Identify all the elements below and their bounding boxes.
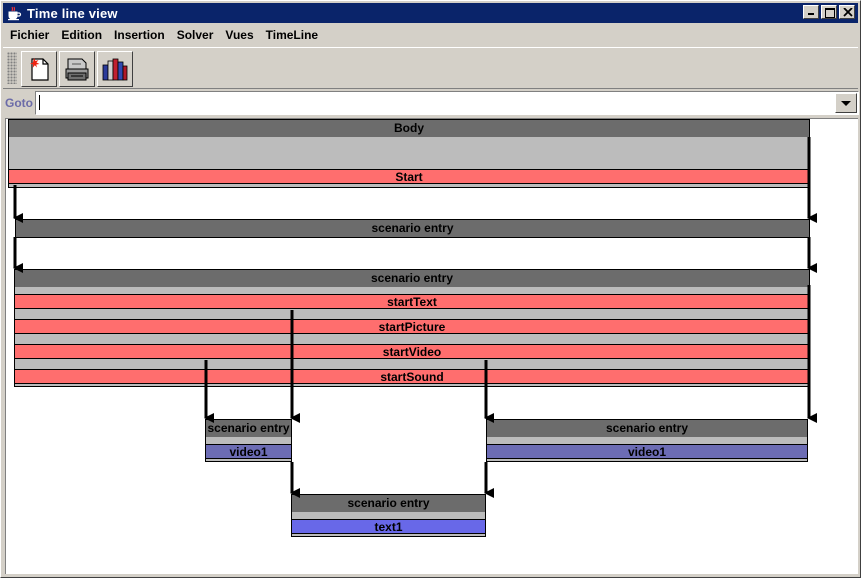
title-bar[interactable]: Time line view <box>3 3 858 23</box>
timeline-canvas[interactable]: Body Start scenario entry scenario entry… <box>5 118 858 574</box>
close-button[interactable] <box>839 5 855 19</box>
toolbar <box>3 47 858 89</box>
library-books-icon <box>102 58 128 81</box>
printer-icon <box>65 58 89 81</box>
goto-dropdown-button[interactable] <box>835 93 857 113</box>
text-caret <box>39 95 40 110</box>
menu-solver[interactable]: Solver <box>171 25 220 45</box>
minimize-button[interactable] <box>803 5 819 19</box>
timeline-window: Time line view Fichier Edition Insertion… <box>0 0 861 578</box>
menu-fichier[interactable]: Fichier <box>3 25 55 45</box>
menu-edition[interactable]: Edition <box>55 25 108 45</box>
toolbar-grip[interactable] <box>7 52 17 84</box>
causal-arrows <box>13 137 817 498</box>
goto-input[interactable] <box>38 93 828 113</box>
menu-insertion[interactable]: Insertion <box>108 25 171 45</box>
java-cup-icon <box>6 5 22 21</box>
maximize-button[interactable] <box>821 5 837 19</box>
menu-timeline[interactable]: TimeLine <box>260 25 324 45</box>
close-icon <box>843 8 853 17</box>
window-title: Time line view <box>27 5 118 21</box>
menu-bar: Fichier Edition Insertion Solver Vues Ti… <box>3 25 858 45</box>
library-button[interactable] <box>97 51 133 87</box>
goto-combobox[interactable] <box>35 91 859 115</box>
print-button[interactable] <box>59 51 95 87</box>
goto-label: Goto <box>5 96 33 110</box>
new-document-icon <box>29 58 49 81</box>
new-document-button[interactable] <box>21 51 57 87</box>
goto-bar: Goto <box>3 90 859 116</box>
menu-vues[interactable]: Vues <box>219 25 259 45</box>
